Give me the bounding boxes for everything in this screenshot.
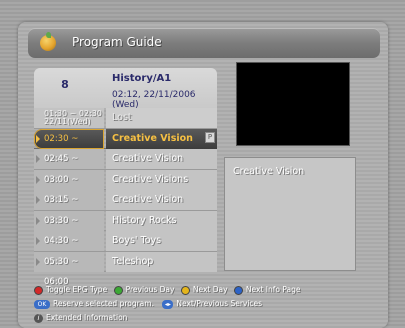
program-title: Creative Vision: [106, 190, 217, 210]
program-row[interactable]: 01:30 ~ 02:30 22/11(Wed) Lost: [34, 108, 217, 129]
legend-red-label: Toggle EPG Type: [46, 285, 108, 294]
epg-list: 8 History/A1 02:12, 22/11/2006 (Wed) 01:…: [34, 68, 217, 287]
key-legend: Toggle EPG Type Previous Day Next Day Ne…: [30, 283, 380, 328]
page-title: Program Guide: [72, 35, 162, 49]
reserve-badge-icon: P: [205, 131, 215, 143]
legend-ok-label: Reserve selected program.: [53, 299, 154, 308]
program-title: Boys' Toys: [106, 231, 217, 251]
program-guide-header: Program Guide: [28, 28, 380, 58]
program-row[interactable]: 03:00 ~ 03:15 Creative Visions: [34, 169, 217, 205]
program-row[interactable]: 04:30 ~ 05:30 Boys' Toys: [34, 231, 217, 266]
video-preview: [236, 62, 350, 146]
program-row[interactable]: 03:30 ~ 04:30 History Rocks: [34, 210, 217, 246]
legend-blue-label: Next Info Page: [245, 285, 301, 294]
program-row-selected[interactable]: 02:30 ~ 02:45 Creative Vision P: [34, 128, 217, 164]
program-time: 03:15 ~ 03:30: [34, 190, 104, 225]
program-row[interactable]: 02:45 ~ 03:00 Creative Vision: [34, 149, 217, 184]
red-key-icon: [34, 285, 43, 295]
legend-green-label: Previous Day: [125, 285, 175, 294]
green-key-icon: [113, 285, 123, 295]
program-title: Creative Visions: [106, 169, 217, 190]
row-arrow-icon: [36, 175, 40, 184]
row-arrow-icon: [36, 237, 40, 245]
channel-name: History/A1: [112, 73, 172, 84]
program-time: 01:30 ~ 02:30 22/11(Wed): [34, 108, 104, 128]
row-arrow-icon: [36, 155, 40, 163]
blue-key-icon: [233, 285, 243, 295]
legend-line-info: i Extended Information: [34, 313, 127, 325]
yellow-key-icon: [180, 285, 190, 295]
legend-yellow-label: Next Day: [192, 285, 228, 294]
channel-datetime: 02:12, 22/11/2006 (Wed): [112, 90, 196, 110]
channel-header: 8 History/A1 02:12, 22/11/2006 (Wed): [34, 68, 217, 110]
program-time: 02:45 ~ 03:00: [34, 149, 104, 184]
channel-number: 8: [61, 78, 69, 91]
legend-line-ok: OK Reserve selected program. ◂▸ Next/Previ…: [34, 299, 262, 311]
program-title: Creative Vision: [106, 149, 217, 169]
ok-key-icon: OK: [34, 299, 50, 309]
program-time: 02:30 ~ 02:45: [34, 128, 104, 164]
program-time: 03:30 ~ 04:30: [34, 210, 104, 246]
program-row[interactable]: 05:30 ~ 06:00 Teleshop: [34, 251, 217, 287]
program-title: History Rocks: [106, 210, 217, 231]
program-title: Creative Vision: [106, 128, 217, 149]
program-time: 03:00 ~ 03:15: [34, 169, 104, 205]
program-rows: 01:30 ~ 02:3022/11(Wed) Lost 02:30 ~ 02:…: [34, 108, 217, 287]
legend-lr-label: Next/Previous Services: [176, 299, 263, 308]
info-key-icon: i: [34, 313, 43, 323]
program-row[interactable]: 03:15 ~ 03:30 Creative Vision: [34, 190, 217, 225]
row-arrow-icon: [36, 257, 40, 266]
row-arrow-icon: [36, 216, 40, 225]
legend-line-color-keys: Toggle EPG Type Previous Day Next Day Ne…: [34, 285, 301, 297]
program-time: 04:30 ~ 05:30: [34, 231, 104, 266]
app-logo-icon: [40, 32, 56, 51]
program-title: Teleshop: [106, 251, 217, 272]
program-time: 05:30 ~ 06:00: [34, 251, 104, 287]
left-right-key-icon: ◂▸: [162, 299, 174, 309]
program-info-panel: Creative Vision: [224, 157, 356, 271]
program-title: Lost: [106, 108, 217, 128]
selection-arrow-icon: [36, 134, 40, 143]
info-title: Creative Vision: [233, 166, 305, 177]
legend-info-label: Extended Information: [46, 313, 128, 322]
row-arrow-icon: [36, 196, 40, 204]
